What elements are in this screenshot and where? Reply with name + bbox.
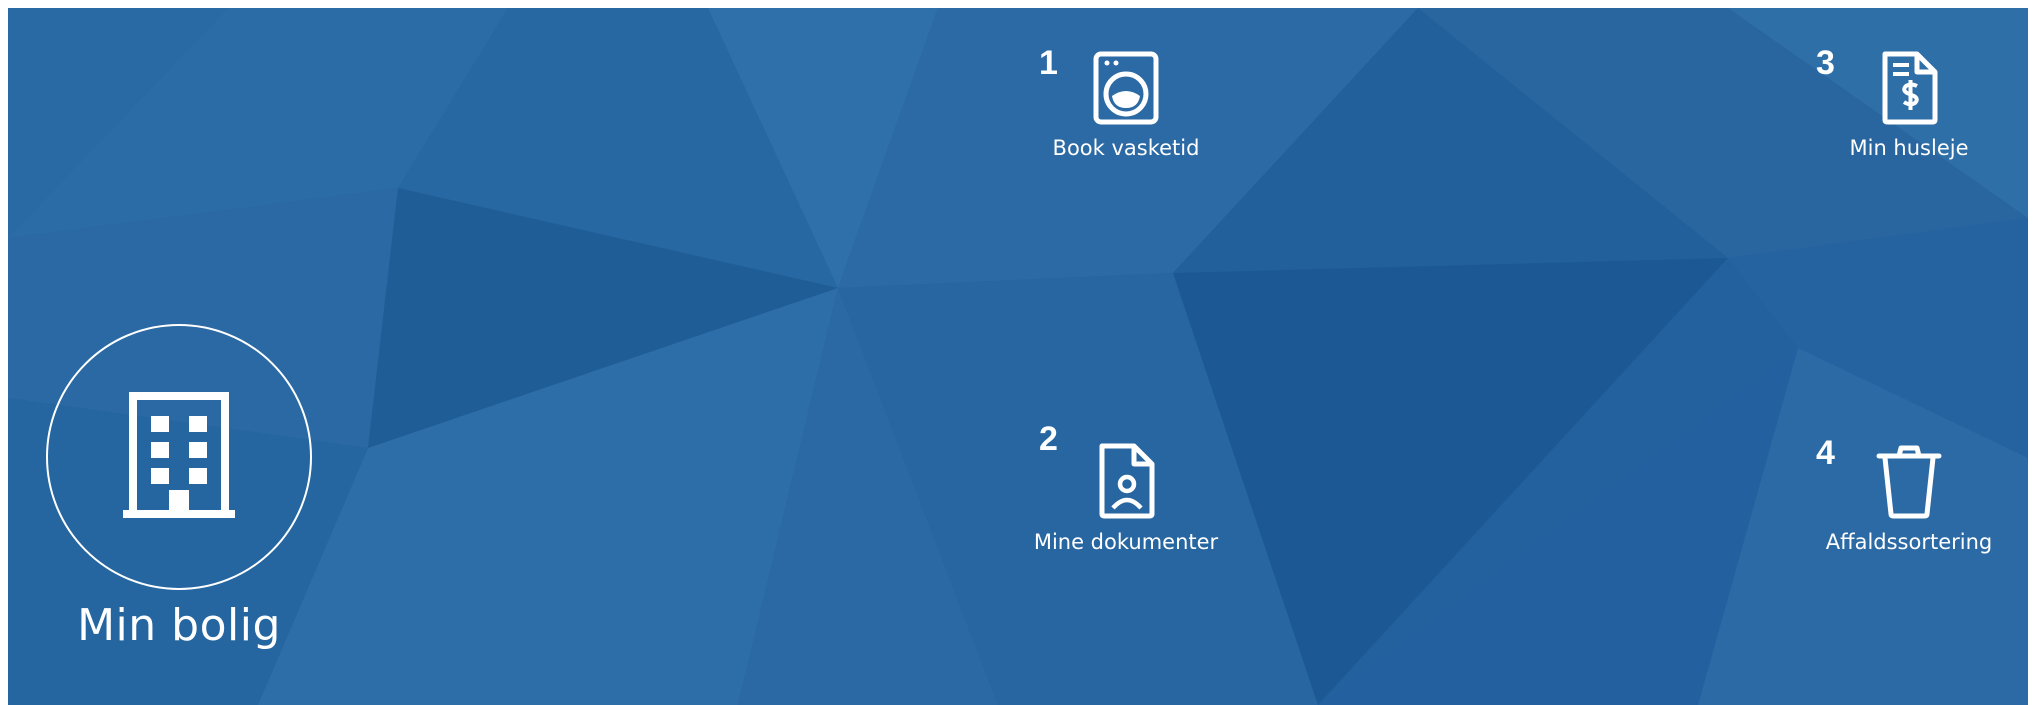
invoice-dollar-icon — [1882, 51, 1938, 125]
tile-label: Book vasketid — [1052, 136, 1200, 160]
building-icon — [123, 392, 235, 518]
washing-machine-icon — [1093, 51, 1159, 125]
min-bolig-card[interactable]: Min bolig — [41, 324, 317, 651]
tile-affaldssortering[interactable]: Affaldssortering — [1789, 444, 2028, 554]
trash-can-icon — [1876, 445, 1942, 519]
tile-min-husleje[interactable]: Min husleje — [1789, 50, 2028, 160]
hero-banner: Min bolig 1 Book vasketid 2 Mine dokumen… — [8, 8, 2028, 705]
tile-mine-dokumenter[interactable]: Mine dokumenter — [1006, 442, 1246, 554]
document-user-icon — [1099, 443, 1155, 519]
tile-label: Affaldssortering — [1825, 530, 1993, 554]
home-circle[interactable] — [46, 324, 312, 590]
page-title: Min bolig — [77, 600, 281, 651]
tile-book-vasketid[interactable]: Book vasketid — [1006, 50, 1246, 160]
tile-label: Min husleje — [1849, 136, 1969, 160]
tile-label: Mine dokumenter — [1033, 530, 1219, 554]
